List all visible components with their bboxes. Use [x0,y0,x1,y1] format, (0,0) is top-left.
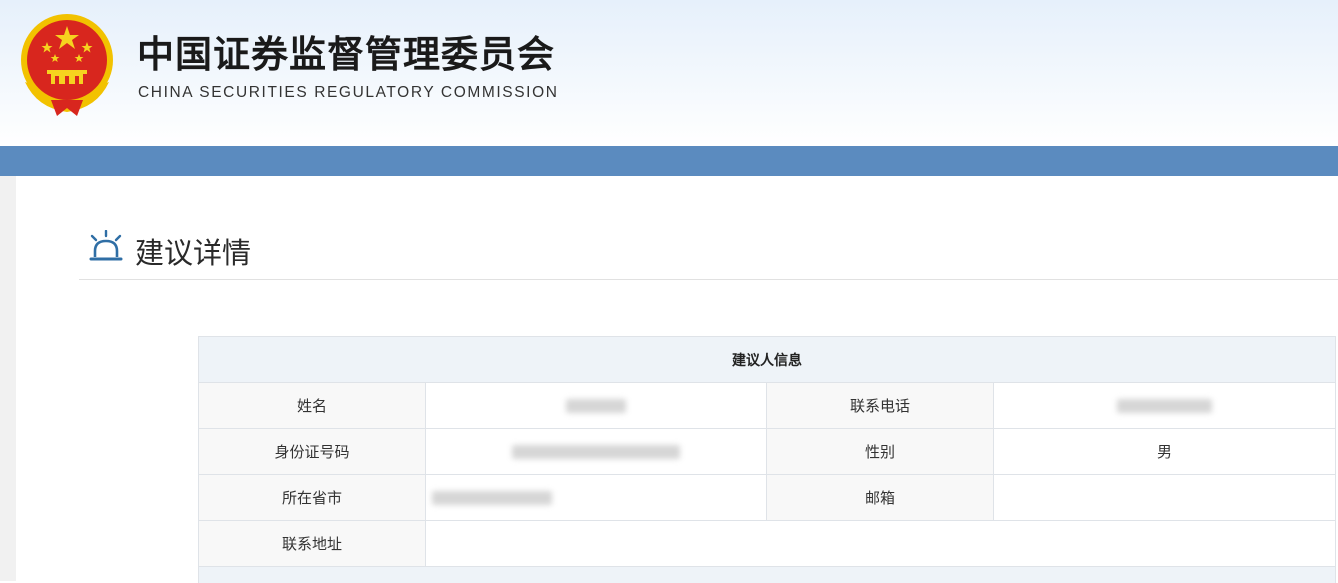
gender-label: 性别 [767,429,994,475]
redacted-phone [1117,399,1212,413]
table-row: 身份证号码 性别 男 [199,429,1336,475]
page-title: 建议详情 [135,230,251,272]
name-label: 姓名 [199,383,426,429]
site-title-cn: 中国证券监督管理委员会 [137,24,555,78]
nav-bar [0,146,1338,176]
requester-info-table: 建议人信息 姓名 联系电话 身份证号码 性别 男 所在省市 邮箱 联系地址 [198,336,1336,583]
id-number-value [426,429,767,475]
table-caption: 建议人信息 [199,337,1336,383]
site-title-en: CHINA SECURITIES REGULATORY COMMISSION [138,84,559,102]
national-emblem-icon [17,12,117,116]
email-label: 邮箱 [767,475,994,521]
address-value [426,521,1336,567]
section-header: 建议详情 [79,222,1338,280]
bell-icon [88,230,124,264]
left-margin [0,176,16,581]
redacted-province-city [432,491,552,505]
gender-value: 男 [994,429,1336,475]
name-value [426,383,767,429]
phone-label: 联系电话 [767,383,994,429]
province-city-label: 所在省市 [199,475,426,521]
province-city-value [426,475,767,521]
phone-value [994,383,1336,429]
site-header: 中国证券监督管理委员会 CHINA SECURITIES REGULATORY … [0,0,1338,146]
redacted-id-number [512,445,680,459]
id-number-label: 身份证号码 [199,429,426,475]
redacted-name [566,399,626,413]
table-row: 所在省市 邮箱 [199,475,1336,521]
table-row: 姓名 联系电话 [199,383,1336,429]
table-caption-row: 建议人信息 [199,337,1336,383]
table-row: 联系地址 [199,521,1336,567]
address-label: 联系地址 [199,521,426,567]
email-value [994,475,1336,521]
